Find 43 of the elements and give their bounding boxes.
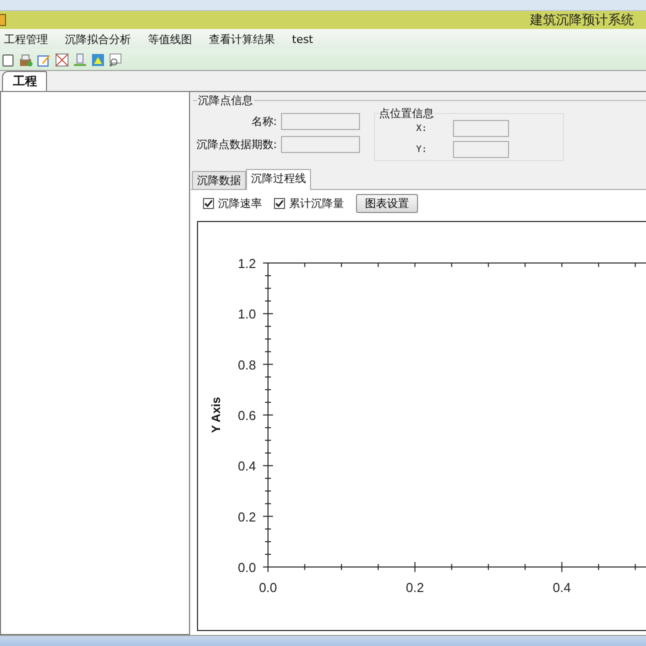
tick-label: 0.4 <box>238 458 256 474</box>
tab[interactable]: 沉降数据 <box>192 171 246 189</box>
checkbox-label: 累计沉降量 <box>289 196 344 211</box>
window-title: 建筑沉降预计系统 <box>530 12 635 29</box>
page-icon[interactable] <box>1 52 15 66</box>
field-label: Y: <box>415 144 428 154</box>
tick-label: 1.0 <box>238 306 256 322</box>
axis-title: Y Axis <box>209 396 223 434</box>
tick-label: 0.2 <box>406 580 424 595</box>
pencil-icon[interactable] <box>37 52 51 66</box>
field-label: 沉降点数据期数: <box>195 137 277 152</box>
input-field[interactable] <box>281 136 360 153</box>
checkbox[interactable] <box>274 198 285 209</box>
search-icon[interactable] <box>109 52 123 66</box>
tick-label: 0.2 <box>238 509 256 524</box>
chart-icon[interactable] <box>91 52 105 66</box>
tab[interactable]: 沉降过程线 <box>246 169 311 190</box>
grid-icon[interactable] <box>55 52 69 66</box>
input-field[interactable] <box>453 120 509 137</box>
tab[interactable]: 工程 <box>2 71 47 91</box>
tick-label: 1.2 <box>238 256 256 271</box>
menu-item[interactable]: 查看计算结果 <box>205 32 279 46</box>
group-title: 点位置信息 <box>379 106 434 121</box>
group-title: 沉降点信息 <box>197 93 254 108</box>
menu-item[interactable]: 等值线图 <box>144 32 196 46</box>
document-icon[interactable] <box>73 52 87 66</box>
menu-item[interactable]: 工程管理 <box>0 32 52 46</box>
tick-label: 0.0 <box>258 580 278 595</box>
tick-label: 0.8 <box>238 357 256 372</box>
box-icon[interactable] <box>19 52 33 66</box>
field-label: X: <box>415 124 428 134</box>
chart-settings-button[interactable]: 图表设置 <box>356 194 418 213</box>
tick-label: 0.0 <box>238 560 256 575</box>
input-field[interactable] <box>453 141 509 158</box>
checkbox-label: 沉降速率 <box>218 196 262 211</box>
tick-label: 0.4 <box>552 580 571 595</box>
app-icon <box>0 14 6 26</box>
field-label: 名称: <box>250 114 277 129</box>
input-field[interactable] <box>281 113 360 130</box>
checkbox[interactable] <box>203 198 214 209</box>
menu-item[interactable]: test <box>288 32 318 46</box>
tick-label: 0.6 <box>238 408 256 423</box>
menu-item[interactable]: 沉降拟合分析 <box>61 32 135 46</box>
